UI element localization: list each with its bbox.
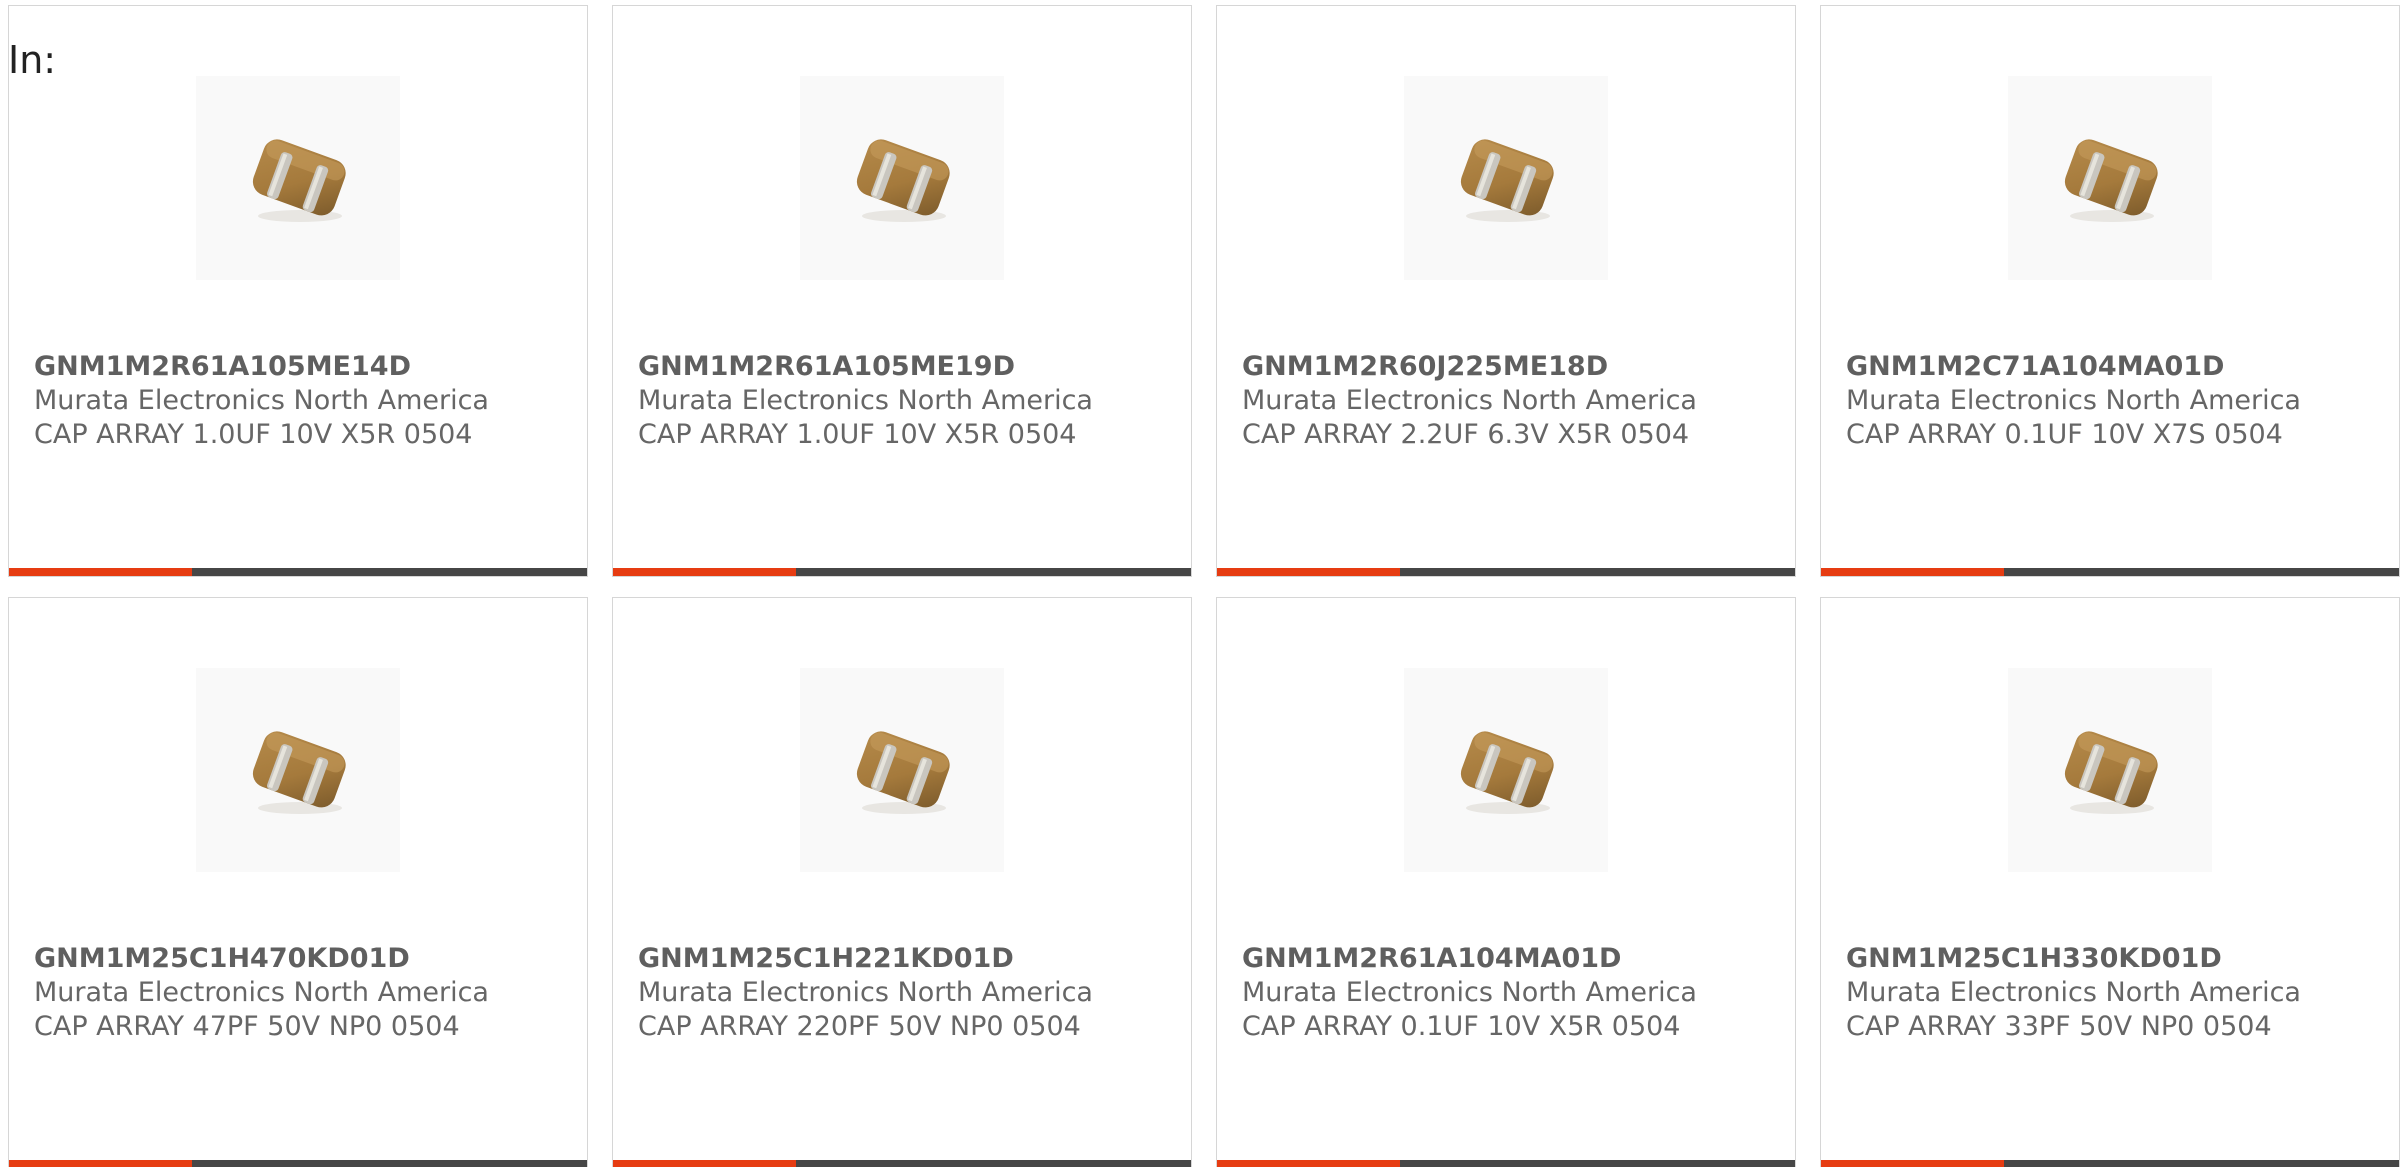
description: CAP ARRAY 33PF 50V NP0 0504	[1846, 1011, 2272, 1042]
capacitor-array-icon	[2008, 76, 2212, 280]
manufacturer: Murata Electronics North America	[1242, 977, 1697, 1008]
part-number-link[interactable]: GNM1M2C71A104MA01D	[1846, 350, 2301, 384]
product-card[interactable]: GNM1M2R60J225ME18D Murata Electronics No…	[1216, 5, 1796, 577]
part-number-link[interactable]: GNM1M2R61A105ME14D	[34, 350, 489, 384]
card-bottom-bar	[1821, 1160, 2399, 1167]
product-card[interactable]: GNM1M2R61A104MA01D Murata Electronics No…	[1216, 597, 1796, 1167]
manufacturer: Murata Electronics North America	[34, 385, 489, 416]
product-image[interactable]	[800, 668, 1004, 872]
product-card[interactable]: GNM1M25C1H470KD01D Murata Electronics No…	[8, 597, 588, 1167]
description: CAP ARRAY 1.0UF 10V X5R 0504	[638, 419, 1077, 450]
part-number-link[interactable]: GNM1M25C1H330KD01D	[1846, 942, 2301, 976]
description: CAP ARRAY 220PF 50V NP0 0504	[638, 1011, 1081, 1042]
product-card[interactable]: GNM1M2C71A104MA01D Murata Electronics No…	[1820, 5, 2400, 577]
product-image[interactable]	[800, 76, 1004, 280]
card-bottom-bar	[613, 568, 1191, 576]
product-image[interactable]	[2008, 76, 2212, 280]
card-accent-bar	[1217, 1160, 1400, 1167]
capacitor-array-icon	[1404, 668, 1608, 872]
capacitor-array-icon	[1404, 76, 1608, 280]
product-grid-page: In: GNM1M2R61A105ME14D Murata Electronic…	[0, 0, 2400, 1167]
card-accent-bar	[613, 1160, 796, 1167]
product-info: GNM1M2R61A105ME19D Murata Electronics No…	[638, 350, 1093, 452]
manufacturer: Murata Electronics North America	[1846, 385, 2301, 416]
part-number-link[interactable]: GNM1M25C1H221KD01D	[638, 942, 1093, 976]
product-image[interactable]	[196, 668, 400, 872]
part-number-link[interactable]: GNM1M2R60J225ME18D	[1242, 350, 1697, 384]
product-card[interactable]: GNM1M25C1H221KD01D Murata Electronics No…	[612, 597, 1192, 1167]
product-info: GNM1M2R61A105ME14D Murata Electronics No…	[34, 350, 489, 452]
part-number-link[interactable]: GNM1M2R61A104MA01D	[1242, 942, 1697, 976]
in-label: In:	[8, 38, 57, 82]
product-image[interactable]	[2008, 668, 2212, 872]
card-bottom-bar	[9, 568, 587, 576]
product-card[interactable]: GNM1M2R61A105ME19D Murata Electronics No…	[612, 5, 1192, 577]
product-image[interactable]	[196, 76, 400, 280]
card-bottom-bar	[1217, 1160, 1795, 1167]
part-number-link[interactable]: GNM1M25C1H470KD01D	[34, 942, 489, 976]
description: CAP ARRAY 0.1UF 10V X5R 0504	[1242, 1011, 1681, 1042]
description: CAP ARRAY 0.1UF 10V X7S 0504	[1846, 419, 2283, 450]
product-info: GNM1M25C1H330KD01D Murata Electronics No…	[1846, 942, 2301, 1044]
product-image[interactable]	[1404, 76, 1608, 280]
card-accent-bar	[1217, 568, 1400, 576]
product-grid: GNM1M2R61A105ME14D Murata Electronics No…	[8, 5, 2400, 1167]
manufacturer: Murata Electronics North America	[638, 385, 1093, 416]
capacitor-array-icon	[196, 76, 400, 280]
product-info: GNM1M25C1H470KD01D Murata Electronics No…	[34, 942, 489, 1044]
manufacturer: Murata Electronics North America	[1846, 977, 2301, 1008]
card-bottom-bar	[1217, 568, 1795, 576]
description: CAP ARRAY 2.2UF 6.3V X5R 0504	[1242, 419, 1690, 450]
product-card[interactable]: GNM1M25C1H330KD01D Murata Electronics No…	[1820, 597, 2400, 1167]
product-info: GNM1M2R60J225ME18D Murata Electronics No…	[1242, 350, 1697, 452]
manufacturer: Murata Electronics North America	[638, 977, 1093, 1008]
card-accent-bar	[1821, 1160, 2004, 1167]
part-number-link[interactable]: GNM1M2R61A105ME19D	[638, 350, 1093, 384]
product-image[interactable]	[1404, 668, 1608, 872]
capacitor-array-icon	[800, 76, 1004, 280]
product-info: GNM1M2C71A104MA01D Murata Electronics No…	[1846, 350, 2301, 452]
description: CAP ARRAY 47PF 50V NP0 0504	[34, 1011, 460, 1042]
manufacturer: Murata Electronics North America	[1242, 385, 1697, 416]
card-accent-bar	[613, 568, 796, 576]
product-info: GNM1M2R61A104MA01D Murata Electronics No…	[1242, 942, 1697, 1044]
product-info: GNM1M25C1H221KD01D Murata Electronics No…	[638, 942, 1093, 1044]
product-card[interactable]: GNM1M2R61A105ME14D Murata Electronics No…	[8, 5, 588, 577]
capacitor-array-icon	[800, 668, 1004, 872]
card-bottom-bar	[613, 1160, 1191, 1167]
card-accent-bar	[9, 568, 192, 576]
manufacturer: Murata Electronics North America	[34, 977, 489, 1008]
capacitor-array-icon	[196, 668, 400, 872]
card-bottom-bar	[1821, 568, 2399, 576]
description: CAP ARRAY 1.0UF 10V X5R 0504	[34, 419, 473, 450]
card-accent-bar	[1821, 568, 2004, 576]
card-bottom-bar	[9, 1160, 587, 1167]
card-accent-bar	[9, 1160, 192, 1167]
capacitor-array-icon	[2008, 668, 2212, 872]
